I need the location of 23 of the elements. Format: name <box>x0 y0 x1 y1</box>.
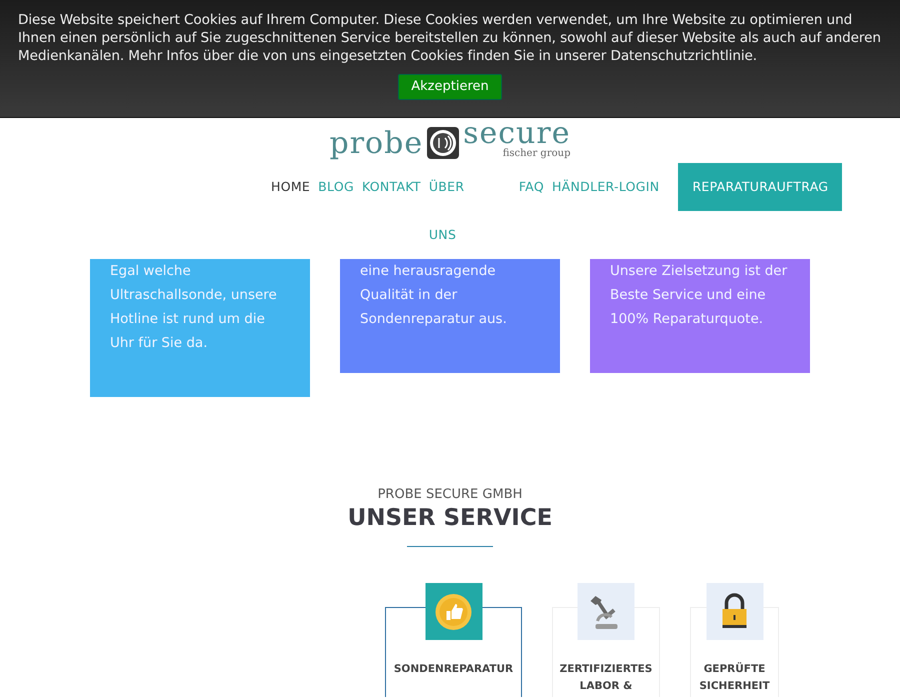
nav-link[interactable]: HOME <box>267 163 314 211</box>
thumbs-up-badge-icon <box>434 592 472 631</box>
service-label: SONDENREPARATUR <box>392 662 514 678</box>
logo-text: probe <box>330 129 424 159</box>
logo-icon <box>427 127 460 159</box>
cookie-message: Diese Website speichert Cookies auf Ihrem Computer. Diese Cookies werden verwendet, um Ihre Website zu optimieren und Ihnen einen persönlich auf Sie zugeschnittenen Service bereitstellen zu können, sowohl auf dieser Website als auch auf anderen Medienkanälen. Mehr Infos über die von uns eingesetzten Cookies finden Sie in unserer Datenschutzrichtlinie. <box>18 11 882 65</box>
nav-link[interactable]: FAQ <box>514 163 548 211</box>
feature-card: Unsere Zielsetzung ist der Beste Service und eine 100% Reparaturquote. <box>590 259 810 373</box>
service-label: GEPRÜFTE SICHERHEIT <box>698 661 771 694</box>
nav-link[interactable]: BLOG <box>314 163 358 211</box>
section-kicker: PROBE SECURE GMBH <box>376 486 524 504</box>
padlock-icon <box>720 592 750 631</box>
nav-link[interactable]: HÄNDLER-LOGIN <box>548 163 664 211</box>
repair-order-button[interactable]: REPARATURAUFTRAG <box>678 163 842 211</box>
nav-link[interactable]: KONTAKT <box>358 163 425 211</box>
feature-card: Egal welche Ultraschallsonde, unsere Hotline ist rund um die Uhr für Sie da. <box>90 259 310 397</box>
logo-tagline: fischer group <box>502 149 570 159</box>
section-title: UNSER SERVICE <box>346 504 554 532</box>
feature-card: eine herausragende Qualität in der Sondenreparatur aus. <box>340 259 560 373</box>
logo-text: secure <box>463 119 570 149</box>
accept-button[interactable]: Akzeptieren <box>398 74 502 100</box>
service-label: ZERTIFIZIERTES LABOR & <box>558 662 654 694</box>
nav-link[interactable]: ÜBER UNS <box>424 163 485 259</box>
